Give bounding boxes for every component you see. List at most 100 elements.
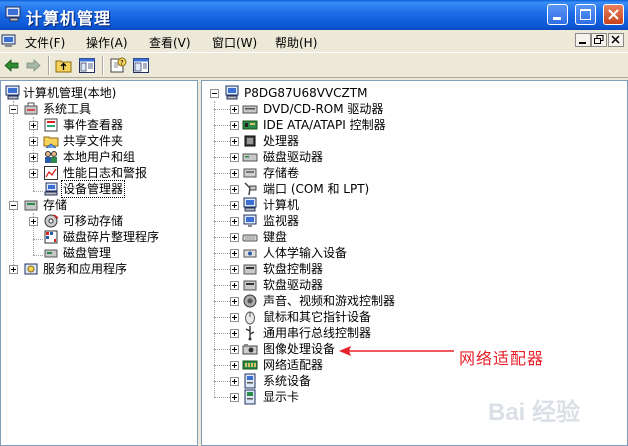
baidu-jingyan-watermark: Bai 经验 bbox=[488, 398, 580, 426]
device-manager-icon bbox=[44, 182, 58, 196]
device-category-system-device[interactable]: 系统设备 bbox=[202, 373, 627, 389]
minimize-button[interactable] bbox=[547, 4, 568, 25]
tree-item-label: 服务和应用程序 bbox=[43, 262, 128, 276]
device-category-label: 监视器 bbox=[263, 214, 300, 228]
expand-toggle[interactable] bbox=[230, 249, 239, 258]
device-category-label: 软盘驱动器 bbox=[263, 278, 324, 292]
menu-action[interactable]: 操作(A) bbox=[86, 34, 128, 51]
title-bar[interactable]: 计算机管理 bbox=[0, 0, 628, 30]
show-hide-tree-icon[interactable] bbox=[78, 57, 96, 74]
tree-item-system-tools[interactable]: 系统工具 bbox=[1, 101, 197, 117]
device-category-port[interactable]: 端口 (COM 和 LPT) bbox=[202, 181, 627, 197]
device-category-hid[interactable]: 人体学输入设备 bbox=[202, 245, 627, 261]
menu-help[interactable]: 帮助(H) bbox=[275, 34, 317, 51]
expand-toggle[interactable] bbox=[230, 377, 239, 386]
device-category-usb[interactable]: 通用串行总线控制器 bbox=[202, 325, 627, 341]
expand-toggle[interactable] bbox=[230, 185, 239, 194]
expand-toggle[interactable] bbox=[230, 169, 239, 178]
device-category-floppy-drive[interactable]: 软盘驱动器 bbox=[202, 277, 627, 293]
mdi-minimize-button[interactable] bbox=[575, 33, 591, 47]
tree-item-disk-defragmenter[interactable]: 磁盘碎片整理程序 bbox=[1, 229, 197, 245]
console-tree-pane[interactable]: 计算机管理(本地) 系统工具 事件查看器 共享文件夹 本地用户和组 性能日志和警… bbox=[0, 80, 198, 446]
up-folder-icon[interactable] bbox=[55, 57, 73, 74]
device-category-disk-drive[interactable]: 磁盘驱动器 bbox=[202, 149, 627, 165]
device-category-keyboard[interactable]: 键盘 bbox=[202, 229, 627, 245]
collapse-toggle[interactable] bbox=[9, 105, 18, 114]
tree-item-performance-logs[interactable]: 性能日志和警报 bbox=[1, 165, 197, 181]
tree-item-storage[interactable]: 存储 bbox=[1, 197, 197, 213]
collapse-toggle[interactable] bbox=[9, 201, 18, 210]
expand-toggle[interactable] bbox=[230, 313, 239, 322]
device-category-processor[interactable]: 处理器 bbox=[202, 133, 627, 149]
forward-arrow-icon[interactable] bbox=[24, 57, 42, 74]
mdi-close-button[interactable] bbox=[608, 33, 624, 47]
defrag-icon bbox=[44, 230, 58, 244]
expand-toggle[interactable] bbox=[29, 137, 38, 146]
expand-toggle[interactable] bbox=[9, 265, 18, 274]
expand-toggle[interactable] bbox=[230, 105, 239, 114]
tree-item-services-applications[interactable]: 服务和应用程序 bbox=[1, 261, 197, 277]
expand-toggle[interactable] bbox=[230, 137, 239, 146]
close-button[interactable] bbox=[603, 4, 624, 25]
expand-toggle[interactable] bbox=[230, 345, 239, 354]
tree-item-local-users[interactable]: 本地用户和组 bbox=[1, 149, 197, 165]
device-category-sound[interactable]: 声音、视频和游戏控制器 bbox=[202, 293, 627, 309]
device-category-mouse[interactable]: 鼠标和其它指针设备 bbox=[202, 309, 627, 325]
users-icon bbox=[45, 151, 57, 163]
device-root-computer[interactable]: P8DG87U68VVCZTM bbox=[202, 85, 627, 101]
device-category-storage-volume[interactable]: 存储卷 bbox=[202, 165, 627, 181]
expand-toggle[interactable] bbox=[230, 393, 239, 402]
network-adapter-icon bbox=[242, 360, 258, 370]
device-category-monitor[interactable]: 监视器 bbox=[202, 213, 627, 229]
device-category-dvd-drive[interactable]: DVD/CD-ROM 驱动器 bbox=[202, 101, 627, 117]
device-category-computer[interactable]: 计算机 bbox=[202, 197, 627, 213]
menu-view[interactable]: 查看(V) bbox=[149, 34, 191, 51]
event-viewer-icon bbox=[44, 118, 58, 132]
close-icon bbox=[611, 35, 620, 44]
expand-toggle[interactable] bbox=[230, 233, 239, 242]
expand-toggle[interactable] bbox=[29, 121, 38, 130]
device-category-label: 处理器 bbox=[263, 134, 300, 148]
close-icon bbox=[608, 9, 619, 20]
device-category-label: 磁盘驱动器 bbox=[263, 150, 324, 164]
expand-toggle[interactable] bbox=[230, 361, 239, 370]
toolbar-separator bbox=[102, 56, 104, 75]
help-properties-icon[interactable]: ? bbox=[109, 57, 127, 74]
document-window-icon bbox=[1, 34, 16, 47]
maximize-button[interactable] bbox=[575, 4, 596, 25]
device-category-network-adapter[interactable]: 网络适配器 bbox=[202, 357, 627, 373]
expand-toggle[interactable] bbox=[230, 217, 239, 226]
expand-toggle[interactable] bbox=[230, 297, 239, 306]
storage-icon bbox=[24, 200, 38, 211]
expand-toggle[interactable] bbox=[29, 217, 38, 226]
mdi-restore-button[interactable] bbox=[591, 33, 607, 47]
tools-icon bbox=[24, 102, 38, 115]
expand-toggle[interactable] bbox=[230, 265, 239, 274]
expand-toggle[interactable] bbox=[230, 153, 239, 162]
back-arrow-icon[interactable] bbox=[3, 57, 21, 74]
svg-text:?: ? bbox=[120, 59, 124, 67]
export-list-icon[interactable] bbox=[132, 57, 150, 74]
menu-file[interactable]: 文件(F) bbox=[25, 34, 65, 51]
tree-item-computer-management[interactable]: 计算机管理(本地) bbox=[1, 85, 197, 101]
tree-item-shared-folders[interactable]: 共享文件夹 bbox=[1, 133, 197, 149]
menu-window[interactable]: 窗口(W) bbox=[212, 34, 257, 51]
svg-text:Bai 经验: Bai 经验 bbox=[488, 398, 580, 426]
expand-toggle[interactable] bbox=[230, 329, 239, 338]
collapse-toggle[interactable] bbox=[210, 89, 219, 98]
expand-toggle[interactable] bbox=[29, 169, 38, 178]
tree-item-disk-management[interactable]: 磁盘管理 bbox=[1, 245, 197, 261]
tree-item-device-manager[interactable]: 设备管理器 bbox=[1, 180, 197, 198]
floppy-controller-icon bbox=[243, 264, 257, 275]
tree-item-event-viewer[interactable]: 事件查看器 bbox=[1, 117, 197, 133]
hid-icon bbox=[243, 249, 257, 258]
tree-item-removable-storage[interactable]: 可移动存储 bbox=[1, 213, 197, 229]
menu-bar: 文件(F) 操作(A) 查看(V) 窗口(W) 帮助(H) bbox=[0, 30, 628, 52]
expand-toggle[interactable] bbox=[29, 153, 38, 162]
expand-toggle[interactable] bbox=[230, 121, 239, 130]
device-category-label: DVD/CD-ROM 驱动器 bbox=[263, 102, 384, 116]
expand-toggle[interactable] bbox=[230, 281, 239, 290]
device-category-ide-controller[interactable]: IDE ATA/ATAPI 控制器 bbox=[202, 117, 627, 133]
expand-toggle[interactable] bbox=[230, 201, 239, 210]
device-category-floppy-controller[interactable]: 软盘控制器 bbox=[202, 261, 627, 277]
